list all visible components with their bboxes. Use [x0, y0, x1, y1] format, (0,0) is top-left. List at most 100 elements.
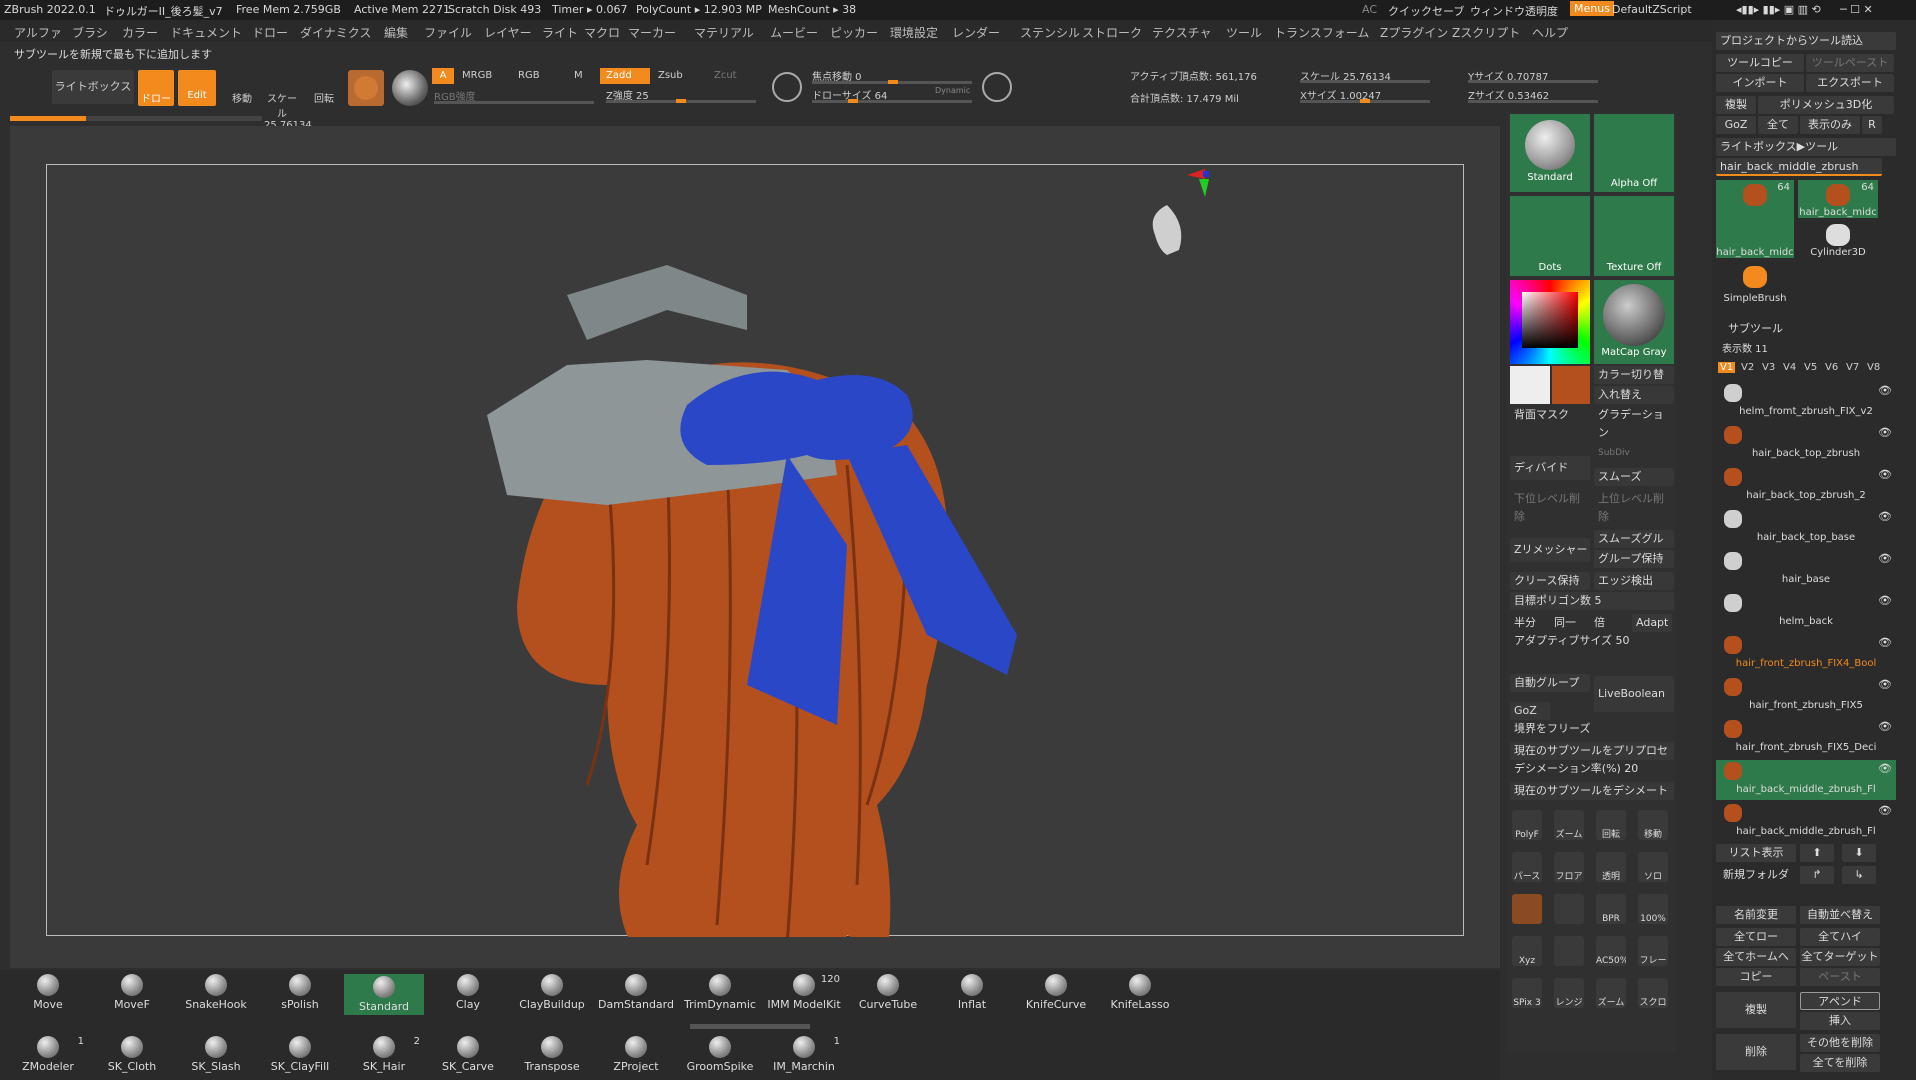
menu-item-15[interactable]: 環境設定: [890, 24, 938, 41]
menu-item-21[interactable]: トランスフォーム: [1274, 24, 1369, 41]
script-name[interactable]: DefaultZScript: [1612, 3, 1692, 16]
menu-item-4[interactable]: ドロー: [252, 24, 288, 41]
view-icon-18[interactable]: ズーム2D: [1596, 978, 1626, 1008]
adaptive-size-slider[interactable]: アダプティブサイズ 50: [1510, 632, 1674, 650]
brush-movef[interactable]: MoveF: [92, 974, 172, 1011]
menu-item-18[interactable]: ストローク: [1082, 24, 1142, 41]
rename-button[interactable]: 名前変更: [1716, 906, 1796, 924]
decimation-slider[interactable]: デシメーション率(%) 20: [1510, 760, 1674, 778]
brush-inflat[interactable]: Inflat: [932, 974, 1012, 1011]
brush-sk-cloth[interactable]: SK_Cloth: [92, 1036, 172, 1073]
version-tab[interactable]: V5: [1802, 362, 1819, 373]
auto-sort-button[interactable]: 自動並べ替え: [1800, 906, 1880, 924]
subdiv-slider[interactable]: SubDiv: [1594, 446, 1674, 460]
live-boolean-toggle[interactable]: LiveBoolean: [1594, 676, 1674, 712]
brush-sk-slash[interactable]: SK_Slash: [176, 1036, 256, 1073]
rotate-button[interactable]: 回転: [306, 70, 342, 106]
menu-item-1[interactable]: ブラシ: [72, 24, 108, 41]
visibility-eye-icon[interactable]: 👁: [1878, 594, 1892, 607]
subtool-item[interactable]: 👁 hair_back_middle_zbrush_Fl: [1716, 802, 1896, 842]
brush-knifelasso[interactable]: KnifeLasso: [1100, 974, 1180, 1011]
m-toggle[interactable]: M: [574, 70, 583, 81]
brush-zproject[interactable]: ZProject: [596, 1036, 676, 1073]
subtool-item[interactable]: 👁 hair_back_middle_zbrush_Fl: [1716, 760, 1896, 800]
brush-im-marchin[interactable]: IM_Marchin 1: [764, 1036, 844, 1073]
brush-spolish[interactable]: sPolish: [260, 974, 340, 1011]
view-icon-1[interactable]: ズーム3D: [1554, 810, 1584, 840]
display-count-slider[interactable]: 表示数 11: [1722, 340, 1768, 355]
texture-slot[interactable]: Texture Off: [1594, 196, 1674, 276]
version-tab[interactable]: V1: [1718, 362, 1736, 373]
list-view-button[interactable]: リスト表示: [1716, 844, 1796, 862]
menu-item-22[interactable]: Zプラグイン: [1380, 24, 1448, 41]
menu-item-9[interactable]: ライト: [542, 24, 578, 41]
subtool-item[interactable]: 👁 helm_back: [1716, 592, 1896, 632]
version-tab[interactable]: V6: [1823, 362, 1840, 373]
tool-copy-button[interactable]: ツールコピー: [1716, 54, 1804, 72]
double-button[interactable]: 倍: [1590, 614, 1628, 632]
brush-damstandard[interactable]: DamStandard: [596, 974, 676, 1011]
quicksave-button[interactable]: クイックセーブ: [1388, 3, 1464, 19]
tool-thumbnail[interactable]: hair_back_midc 64: [1716, 180, 1794, 258]
view-icon-10[interactable]: BPR: [1596, 894, 1626, 924]
keep-creases-toggle[interactable]: クリース保持: [1510, 572, 1590, 590]
view-icon-19[interactable]: スクロール: [1638, 978, 1668, 1008]
main-color-swatch[interactable]: [1510, 366, 1550, 404]
visibility-eye-icon[interactable]: 👁: [1878, 762, 1892, 775]
visibility-eye-icon[interactable]: 👁: [1878, 636, 1892, 649]
brush-snakehook[interactable]: SnakeHook: [176, 974, 256, 1011]
view-icon-9[interactable]: [1554, 894, 1584, 924]
brush-sk-clayfill[interactable]: SK_ClayFill: [260, 1036, 340, 1073]
new-folder-button[interactable]: 新規フォルダ: [1716, 866, 1796, 884]
import-button[interactable]: インポート: [1716, 74, 1804, 92]
goz-button[interactable]: GoZ: [1510, 702, 1550, 720]
edit-button[interactable]: Edit: [178, 70, 216, 106]
visibility-eye-icon[interactable]: 👁: [1878, 552, 1892, 565]
xsize-knob[interactable]: [1360, 99, 1370, 103]
menus-button[interactable]: Menus: [1570, 1, 1614, 16]
brush-transpose[interactable]: Transpose: [512, 1036, 592, 1073]
visibility-eye-icon[interactable]: 👁: [1878, 804, 1892, 817]
menu-item-12[interactable]: マテリアル: [694, 24, 754, 41]
scale-track[interactable]: [1300, 80, 1430, 83]
rgb-intensity-track[interactable]: [434, 101, 594, 104]
tool-thumbnail[interactable]: hair_back_midc 64: [1798, 180, 1878, 218]
smooth-toggle[interactable]: スムーズ: [1594, 468, 1674, 486]
subtool-item[interactable]: 👁 hair_back_top_base: [1716, 508, 1896, 548]
current-tool-name[interactable]: hair_back_middle_zbrush: [1716, 158, 1882, 176]
document-canvas[interactable]: [46, 164, 1464, 985]
view-icon-3[interactable]: 移動: [1638, 810, 1668, 840]
append-button[interactable]: アペンド: [1800, 992, 1880, 1010]
visibility-eye-icon[interactable]: 👁: [1878, 468, 1892, 481]
goz-visible-button[interactable]: 表示のみ: [1800, 116, 1860, 134]
subtool-item[interactable]: 👁 hair_back_top_zbrush_2: [1716, 466, 1896, 506]
view-icon-11[interactable]: 100%: [1638, 894, 1668, 924]
half-button[interactable]: 半分: [1510, 614, 1548, 632]
keep-groups-toggle[interactable]: グループ保持: [1594, 550, 1674, 568]
scale-button[interactable]: スケール 25.76134: [264, 70, 312, 131]
version-tab[interactable]: V3: [1760, 362, 1777, 373]
folder-icon-button-2[interactable]: ↳: [1842, 866, 1876, 884]
menu-item-0[interactable]: アルファ: [14, 24, 62, 41]
all-low-button[interactable]: 全てロー: [1716, 928, 1796, 946]
menu-item-2[interactable]: カラー: [122, 24, 158, 41]
paste-subtool-button[interactable]: ペースト: [1800, 968, 1880, 986]
subtool-item[interactable]: 👁 hair_front_zbrush_FIX5_Deci: [1716, 718, 1896, 758]
move-up-button[interactable]: ⬆: [1800, 844, 1834, 862]
target-polygons-slider[interactable]: 目標ポリゴン数 5: [1510, 592, 1674, 610]
subtool-item[interactable]: 👁 hair_back_top_zbrush: [1716, 424, 1896, 464]
view-icon-6[interactable]: 透明: [1596, 852, 1626, 882]
view-icon-15[interactable]: フレーム: [1638, 936, 1668, 966]
freeze-borders-toggle[interactable]: 境界をフリーズ: [1510, 720, 1674, 738]
delete-button[interactable]: 削除: [1716, 1034, 1796, 1070]
goz-tool-button[interactable]: GoZ: [1716, 116, 1756, 134]
dynamic-toggle[interactable]: Dynamic: [935, 86, 970, 95]
view-icon-17[interactable]: レンジパッド: [1554, 978, 1584, 1008]
duplicate-tool-button[interactable]: 複製: [1716, 96, 1756, 114]
subtool-item[interactable]: 👁 hair_front_zbrush_FIX5: [1716, 676, 1896, 716]
draw-size-knob[interactable]: [848, 99, 858, 103]
swap-button[interactable]: 入れ替え: [1594, 386, 1674, 404]
brush-sk-hair[interactable]: SK_Hair 2: [344, 1036, 424, 1073]
subtool-item[interactable]: 👁 hair_front_zbrush_FIX4_Bool: [1716, 634, 1896, 674]
mrgb-toggle[interactable]: MRGB: [462, 70, 492, 81]
